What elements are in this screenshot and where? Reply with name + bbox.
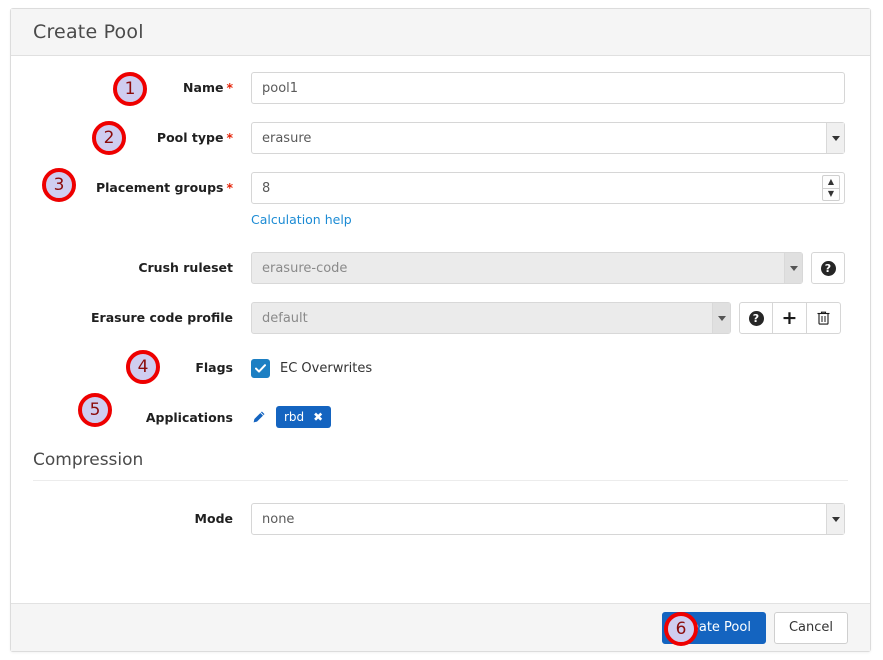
ec-overwrites-label: EC Overwrites [280, 360, 373, 376]
mode-label-col: Mode [33, 503, 251, 526]
crush-ruleset-help-button[interactable]: ? [811, 252, 845, 284]
pool-type-required-asterisk: * [226, 130, 233, 145]
pool-type-field-col: erasure [251, 122, 848, 154]
applications-label-col: Applications [33, 402, 251, 425]
annotation-badge-5: 5 [78, 393, 112, 427]
application-tag-rbd[interactable]: rbd ✖ [276, 406, 332, 428]
name-label: Name [183, 80, 224, 95]
placement-groups-field-col: 8 ▲ ▼ [251, 172, 848, 204]
applications-label: Applications [145, 410, 233, 425]
placement-groups-required-asterisk: * [226, 180, 233, 195]
calculation-help-link[interactable]: Calculation help [251, 212, 352, 227]
dialog-body: Name * pool1 Pool type * erasure Placement… [11, 56, 870, 603]
form-row-erasure-code-profile: Erasure code profile default ? + [33, 302, 848, 334]
placement-groups-label: Placement groups [95, 180, 224, 195]
compression-divider [33, 480, 848, 481]
erasure-code-profile-label-col: Erasure code profile [33, 302, 251, 325]
placement-groups-input[interactable]: 8 [251, 172, 845, 204]
annotation-badge-6: 6 [664, 612, 698, 646]
form-row-name: Name * pool1 [33, 72, 848, 104]
erasure-code-profile-label: Erasure code profile [91, 310, 233, 325]
flags-field-col: EC Overwrites [251, 352, 848, 384]
spinner-down-icon[interactable]: ▼ [822, 187, 840, 201]
pool-type-select[interactable]: erasure [251, 122, 845, 154]
erasure-code-profile-field-col: default ? + [251, 302, 848, 334]
erasure-code-profile-add-button[interactable]: + [773, 302, 807, 334]
applications-edit-button[interactable] [251, 410, 266, 425]
create-pool-dialog: Create Pool Name * pool1 Pool type * erasu… [10, 8, 871, 652]
annotation-badge-1: 1 [113, 72, 147, 106]
crush-ruleset-label: Crush ruleset [138, 260, 233, 275]
form-row-compression-mode: Mode none [33, 503, 848, 535]
dialog-header: Create Pool [11, 9, 870, 56]
check-icon [255, 363, 266, 373]
cancel-button[interactable]: Cancel [773, 611, 848, 644]
flags-label: Flags [195, 360, 233, 375]
compression-mode-value: none [262, 511, 295, 527]
form-row-calculation-help: Calculation help [33, 212, 848, 232]
plus-icon: + [781, 306, 798, 329]
form-row-pool-type: Pool type * erasure [33, 122, 848, 154]
pool-type-label-col: Pool type * [33, 122, 251, 145]
trash-icon [817, 311, 830, 325]
chevron-down-icon [826, 504, 844, 534]
form-row-applications: Applications rbd ✖ [33, 402, 848, 432]
form-row-placement-groups: Placement groups * 8 ▲ ▼ [33, 172, 848, 204]
crush-ruleset-select[interactable]: erasure-code [251, 252, 803, 284]
pool-type-label: Pool type [156, 130, 224, 145]
chevron-down-icon [784, 253, 802, 283]
pool-type-value: erasure [262, 130, 312, 146]
compression-mode-select[interactable]: none [251, 503, 845, 535]
dialog-title: Create Pool [33, 21, 144, 43]
erasure-code-profile-help-button[interactable]: ? [739, 302, 773, 334]
pencil-icon [253, 411, 265, 422]
applications-field-col: rbd ✖ [251, 402, 848, 432]
crush-ruleset-value: erasure-code [262, 260, 348, 276]
chevron-down-icon [826, 123, 844, 153]
question-circle-icon: ? [820, 260, 836, 276]
erasure-code-profile-select[interactable]: default [251, 302, 731, 334]
erasure-code-profile-delete-button[interactable] [807, 302, 841, 334]
close-icon[interactable]: ✖ [313, 410, 323, 424]
annotation-badge-3: 3 [42, 168, 76, 202]
question-circle-icon: ? [748, 310, 764, 326]
ec-overwrites-checkbox[interactable] [251, 358, 270, 378]
placement-groups-stepper: 8 ▲ ▼ [251, 172, 845, 204]
crush-ruleset-field-col: erasure-code ? [251, 252, 848, 284]
spinner-up-icon[interactable]: ▲ [822, 175, 840, 188]
name-input[interactable]: pool1 [251, 72, 845, 104]
name-required-asterisk: * [226, 80, 233, 95]
crush-ruleset-label-col: Crush ruleset [33, 252, 251, 275]
annotation-badge-4: 4 [126, 350, 160, 384]
annotation-badge-2: 2 [92, 121, 126, 155]
calculation-help-col: Calculation help [251, 212, 848, 227]
chevron-down-icon [712, 303, 730, 333]
erasure-code-profile-value: default [262, 310, 308, 326]
mode-label: Mode [194, 511, 233, 526]
name-field-col: pool1 [251, 72, 848, 104]
form-row-crush-ruleset: Crush ruleset erasure-code ? [33, 252, 848, 284]
erasure-code-profile-actions: ? + [739, 302, 841, 334]
spinner-buttons: ▲ ▼ [822, 175, 840, 201]
calculation-help-spacer [33, 212, 251, 232]
mode-field-col: none [251, 503, 848, 535]
applications-tag-list: rbd ✖ [251, 402, 332, 432]
dialog-footer: Create Pool Cancel [11, 603, 870, 651]
compression-section-title: Compression [33, 450, 144, 470]
application-tag-label: rbd [284, 410, 305, 424]
ec-overwrites-checkbox-row[interactable]: EC Overwrites [251, 352, 372, 384]
